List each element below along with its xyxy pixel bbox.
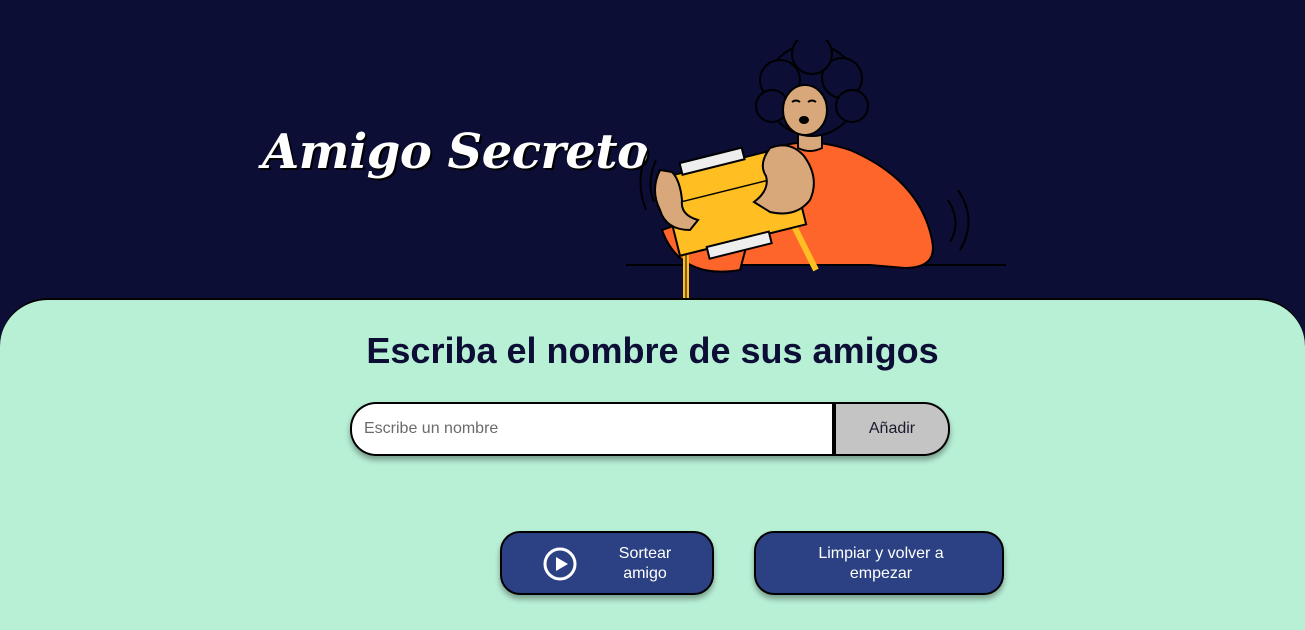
person-holding-gift-illustration (626, 40, 1006, 298)
name-input[interactable] (350, 402, 836, 456)
app-title: Amigo Secreto (262, 124, 649, 180)
header: Amigo Secreto (0, 0, 1305, 300)
draw-button-label: Sortear amigo (618, 545, 672, 582)
section-title: Escriba el nombre de sus amigos (366, 330, 939, 371)
draw-friend-button[interactable]: Sortear amigo (500, 531, 714, 595)
name-input-group: Añadir (350, 402, 950, 456)
add-button[interactable]: Añadir (836, 402, 950, 456)
play-circle-icon (543, 547, 577, 581)
reset-button-label: Limpiar y volver a empezar (818, 545, 944, 582)
reset-button[interactable]: Limpiar y volver a empezar (754, 531, 1004, 595)
